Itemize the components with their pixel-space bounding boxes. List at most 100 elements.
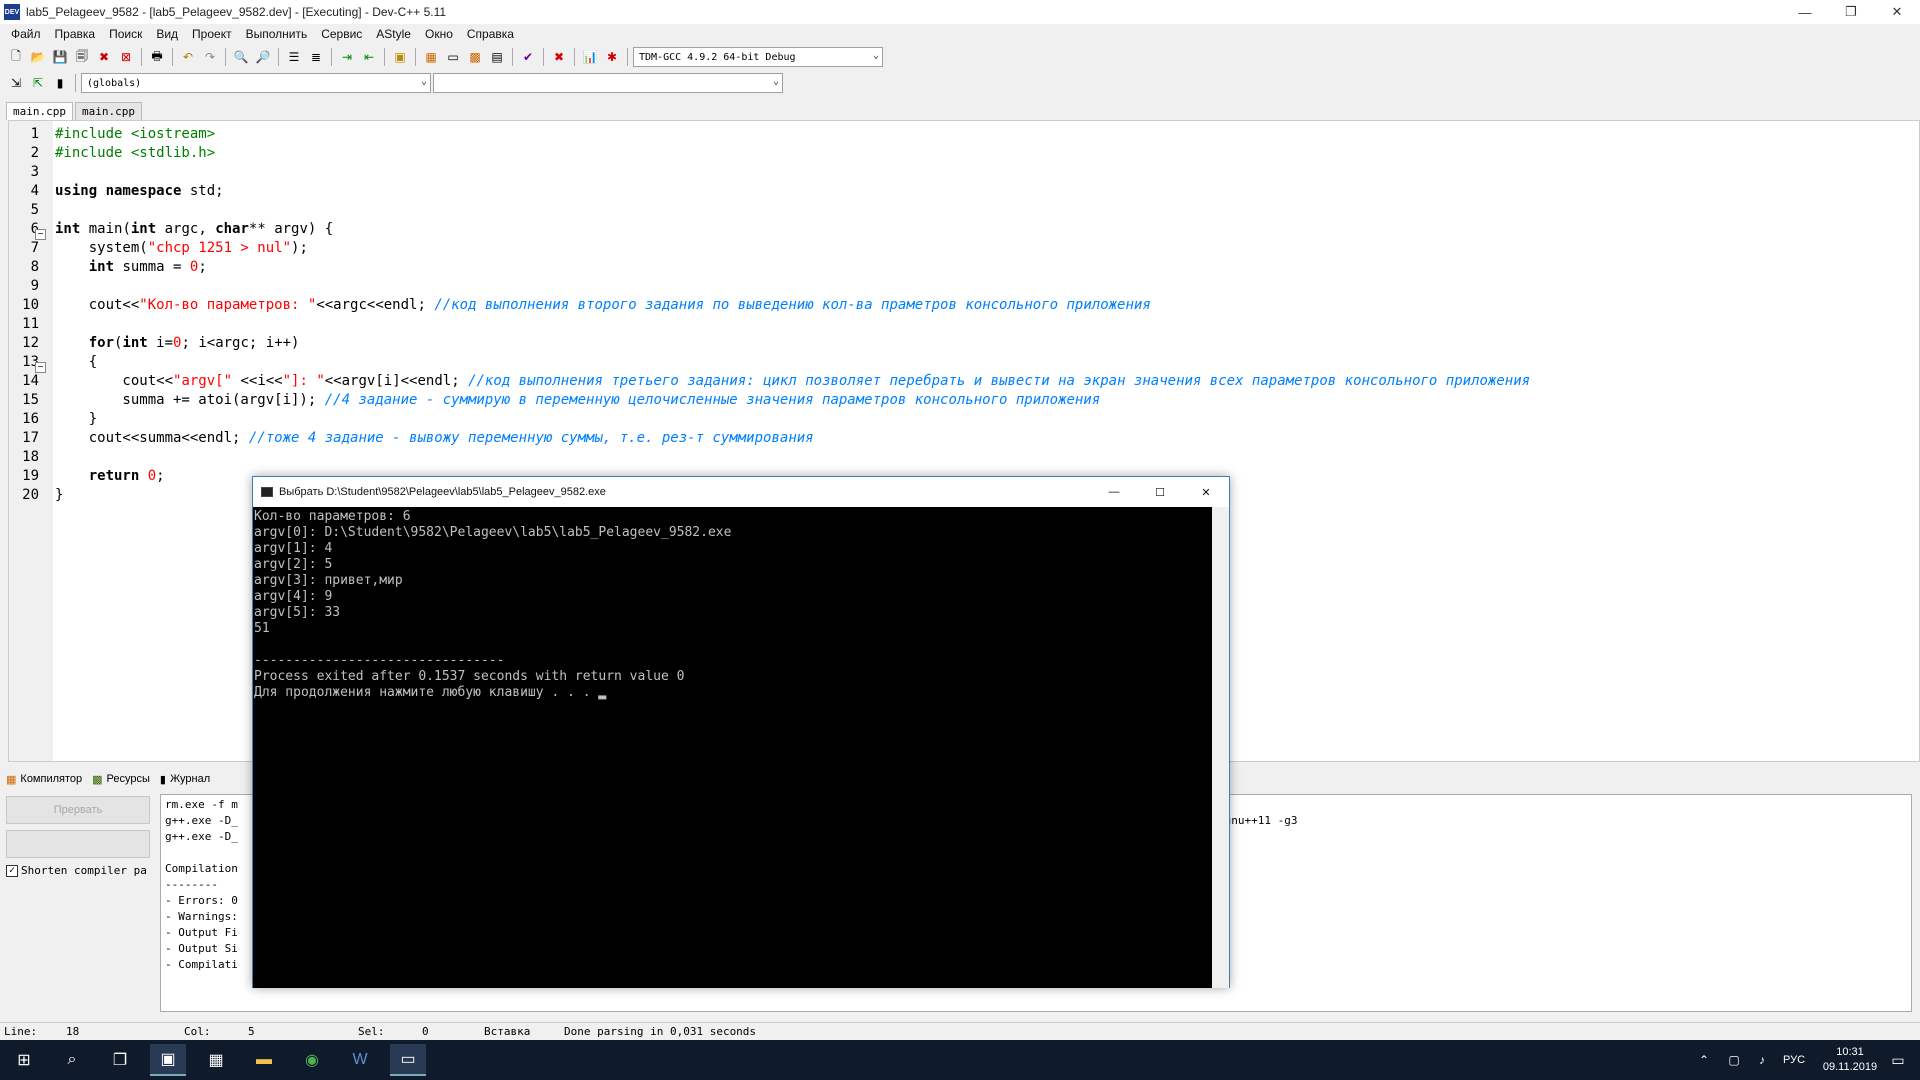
fold-collapse-icon[interactable]: − [35, 362, 46, 373]
find-icon[interactable]: 🔍 [231, 47, 251, 67]
close-button[interactable]: ✕ [1874, 0, 1920, 24]
compile-run-icon[interactable]: ▩ [465, 47, 485, 67]
close-file-icon[interactable]: ✖ [94, 47, 114, 67]
code-line-20: } [55, 487, 64, 503]
save-icon[interactable]: 💾 [50, 47, 70, 67]
compile-controls: Прервать ✓ Shorten compiler pa [6, 796, 154, 1016]
menu-project[interactable]: Проект [185, 27, 239, 41]
tab-main-cpp[interactable]: main.cpp [6, 102, 73, 120]
fold-collapse-icon[interactable]: − [35, 229, 46, 240]
save-all-icon[interactable]: 🗐 [72, 47, 92, 67]
windows-start-icon[interactable]: ⊞ [6, 1044, 42, 1076]
console-scrollbar[interactable] [1212, 507, 1229, 988]
menu-view[interactable]: Вид [149, 27, 185, 41]
devcpp-taskbar-icon[interactable]: ▣ [150, 1044, 186, 1076]
code-text: <<argc<<endl; [316, 297, 435, 313]
language-indicator[interactable]: РУС [1776, 1044, 1812, 1076]
syntax-check-icon[interactable]: ✔ [518, 47, 538, 67]
string-literal: "argv[" [173, 373, 233, 389]
line-number: 9 [30, 278, 39, 294]
calculator-icon[interactable]: ▦ [198, 1044, 234, 1076]
minimize-button[interactable]: — [1782, 0, 1828, 24]
status-line-value: 18 [66, 1025, 80, 1038]
chevron-down-icon: ⌄ [420, 76, 427, 87]
console-icon [261, 487, 273, 497]
console-maximize-button[interactable]: ☐ [1137, 477, 1183, 507]
console-minimize-button[interactable]: — [1091, 477, 1137, 507]
compile-icon[interactable]: ▦ [421, 47, 441, 67]
line-number: 12 [22, 335, 39, 351]
goto-function-icon[interactable]: ⇤ [359, 47, 379, 67]
menu-edit[interactable]: Правка [48, 27, 103, 41]
abort-compile-button[interactable]: Прервать [6, 796, 150, 824]
line-number: 10 [22, 297, 39, 313]
menu-window[interactable]: Окно [418, 27, 460, 41]
scope-select[interactable]: (globals) ⌄ [81, 73, 431, 93]
project-icon[interactable]: ▣ [390, 47, 410, 67]
close-all-icon[interactable]: ⊠ [116, 47, 136, 67]
code-text: system( [55, 240, 148, 256]
code-line-7: system("chcp 1251 > nul"); [55, 239, 308, 258]
notifications-icon[interactable]: ▭ [1880, 1044, 1916, 1076]
code-text: <<i<< [232, 373, 283, 389]
insert-icon[interactable]: ⇲ [6, 73, 26, 93]
code-line-19: return 0; [55, 467, 165, 486]
volume-icon[interactable]: ♪ [1744, 1044, 1780, 1076]
status-line-label: Line: [4, 1025, 38, 1038]
console-taskbar-icon[interactable]: ▭ [390, 1044, 426, 1076]
code-text: main( [80, 221, 131, 237]
new-file-icon[interactable]: 🗋 [6, 47, 26, 67]
compiler-select[interactable]: TDM-GCC 4.9.2 64-bit Debug ⌄ [633, 47, 883, 67]
code-line-6: int main(int argc, char** argv) { [55, 220, 333, 239]
toggle-bookmark-icon[interactable]: ⇱ [28, 73, 48, 93]
windows-taskbar: ⊞ ⌕ ❐ ▣ ▦ ▬ ◉ W ▭ ⌃ ▢ ♪ РУС 10:31 09.11.… [0, 1040, 1920, 1080]
goto-bookmark-icon[interactable]: ▮ [50, 73, 70, 93]
profile-chart-icon[interactable]: 📊 [580, 47, 600, 67]
menu-execute[interactable]: Выполнить [239, 27, 315, 41]
goto-icon[interactable]: ⇥ [337, 47, 357, 67]
replace-icon[interactable]: 🔎 [253, 47, 273, 67]
tab-resources[interactable]: ▩ Ресурсы [92, 773, 150, 786]
shorten-option[interactable]: ✓ Shorten compiler pa [6, 864, 154, 877]
file-explorer-icon[interactable]: ▬ [246, 1044, 282, 1076]
print-icon[interactable]: 🖶 [147, 47, 167, 67]
search-icon[interactable]: ⌕ [54, 1044, 90, 1076]
toolbar-divider [543, 48, 544, 66]
indent-icon[interactable]: ☰ [284, 47, 304, 67]
line-number: 15 [22, 392, 39, 408]
run-icon[interactable]: ▭ [443, 47, 463, 67]
restore-button[interactable]: ❐ [1828, 0, 1874, 24]
open-file-icon[interactable]: 📂 [28, 47, 48, 67]
clock[interactable]: 10:31 09.11.2019 [1818, 1045, 1882, 1075]
stop-execution-icon[interactable]: ✖ [549, 47, 569, 67]
tab-compiler[interactable]: ▦ Компилятор [6, 773, 82, 786]
console-output[interactable]: Кол-во параметров: 6 argv[0]: D:\Student… [253, 507, 1213, 988]
keyword: int [55, 221, 81, 237]
toolbar-divider [512, 48, 513, 66]
undo-icon[interactable]: ↶ [178, 47, 198, 67]
debug-icon[interactable]: ✱ [602, 47, 622, 67]
chrome-icon[interactable]: ◉ [294, 1044, 330, 1076]
tab-resources-label: Ресурсы [106, 773, 150, 785]
line-number: 5 [30, 202, 39, 218]
tab-log[interactable]: ▮ Журнал [160, 773, 210, 786]
console-close-button[interactable]: ✕ [1183, 477, 1229, 507]
members-select[interactable]: ⌄ [433, 73, 783, 93]
menu-file[interactable]: Файл [4, 27, 48, 41]
tab-main-cpp-2[interactable]: main.cpp [74, 102, 142, 120]
menu-tools[interactable]: Сервис [314, 27, 369, 41]
menu-astyle[interactable]: AStyle [369, 27, 418, 41]
console-window[interactable]: Выбрать D:\Student\9582\Pelageev\lab5\la… [252, 476, 1230, 988]
word-icon[interactable]: W [342, 1044, 378, 1076]
chevron-down-icon: ⌄ [872, 50, 879, 61]
redo-icon[interactable]: ↷ [200, 47, 220, 67]
menu-search[interactable]: Поиск [102, 27, 149, 41]
unindent-icon[interactable]: ≣ [306, 47, 326, 67]
code-comment: //4 задание - суммирую в переменную цело… [324, 392, 1101, 408]
shorten-checkbox[interactable]: ✓ [6, 864, 18, 877]
console-title-bar: Выбрать D:\Student\9582\Pelageev\lab5\la… [253, 477, 1229, 507]
rebuild-icon[interactable]: ▤ [487, 47, 507, 67]
menu-help[interactable]: Справка [460, 27, 521, 41]
task-view-icon[interactable]: ❐ [102, 1044, 138, 1076]
